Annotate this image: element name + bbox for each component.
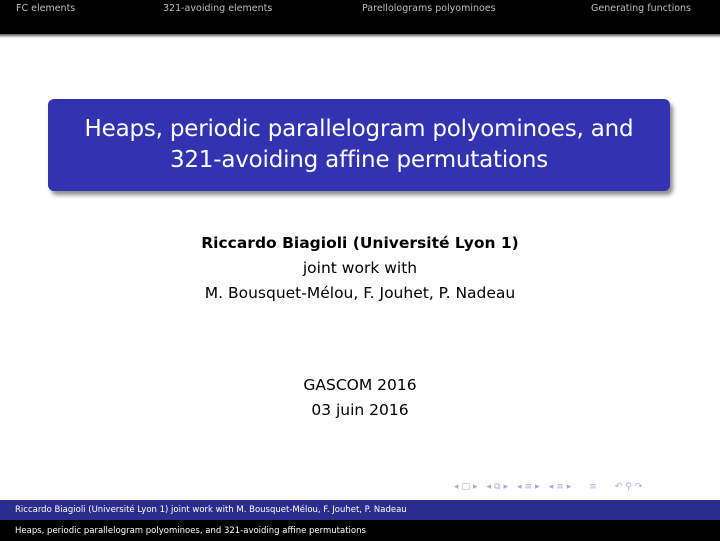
- nav-section-parallelograms[interactable]: Parellolograms polyominoes: [362, 3, 496, 14]
- document-prev-icon[interactable]: ◂: [549, 482, 554, 492]
- nav-section-321-avoiding[interactable]: 321-avoiding elements: [163, 3, 272, 14]
- nav-bar-shadow: [0, 34, 720, 38]
- title-block: Heaps, periodic parallelogram polyominoe…: [48, 99, 670, 191]
- beamer-navigation-controls: ◂ □ ▸ ◂ ⧉ ▸ ◂ ≡ ▸ ◂ ≡ ▸ ≡ ↶ ⚲ ↷: [454, 480, 643, 494]
- nav-section-fc-elements[interactable]: FC elements: [16, 3, 75, 14]
- document-icon[interactable]: ≡: [556, 482, 564, 492]
- section-icon[interactable]: ≡: [525, 482, 533, 492]
- align-icon[interactable]: ≡: [589, 482, 597, 492]
- presentation-date: 03 juin 2016: [311, 401, 409, 419]
- coauthors: M. Bousquet-Mélou, F. Jouhet, P. Nadeau: [204, 284, 516, 302]
- redo-icon[interactable]: ↷: [635, 482, 643, 492]
- subsection-next-icon[interactable]: ▸: [504, 482, 509, 492]
- frame-prev-icon[interactable]: ◂: [454, 482, 459, 492]
- presenter-name: Riccardo Biagioli (Université Lyon 1): [201, 234, 519, 252]
- search-icon[interactable]: ⚲: [625, 482, 632, 492]
- section-nav-bar: FC elements 321-avoiding elements Parell…: [0, 0, 720, 34]
- joint-work-label: joint work with: [302, 259, 418, 277]
- subsection-prev-icon[interactable]: ◂: [487, 482, 492, 492]
- section-prev-icon[interactable]: ◂: [517, 482, 522, 492]
- conference-name: GASCOM 2016: [303, 376, 417, 394]
- undo-icon[interactable]: ↶: [615, 482, 623, 492]
- footer-title: Heaps, periodic parallelogram polyominoe…: [15, 525, 366, 536]
- subsection-icon[interactable]: ⧉: [494, 482, 500, 492]
- frame-icon[interactable]: □: [462, 482, 471, 492]
- document-next-icon[interactable]: ▸: [567, 482, 572, 492]
- footer-authors: Riccardo Biagioli (Université Lyon 1) jo…: [15, 505, 407, 515]
- title-line-2: 321-avoiding affine permutations: [169, 147, 549, 173]
- footer-title-bar: Heaps, periodic parallelogram polyominoe…: [0, 520, 720, 541]
- footer-author-bar: Riccardo Biagioli (Université Lyon 1) jo…: [0, 500, 720, 520]
- frame-next-icon[interactable]: ▸: [473, 482, 478, 492]
- section-next-icon[interactable]: ▸: [535, 482, 540, 492]
- title-line-1: Heaps, periodic parallelogram polyominoe…: [84, 116, 634, 142]
- nav-section-generating-functions[interactable]: Generating functions: [591, 3, 691, 14]
